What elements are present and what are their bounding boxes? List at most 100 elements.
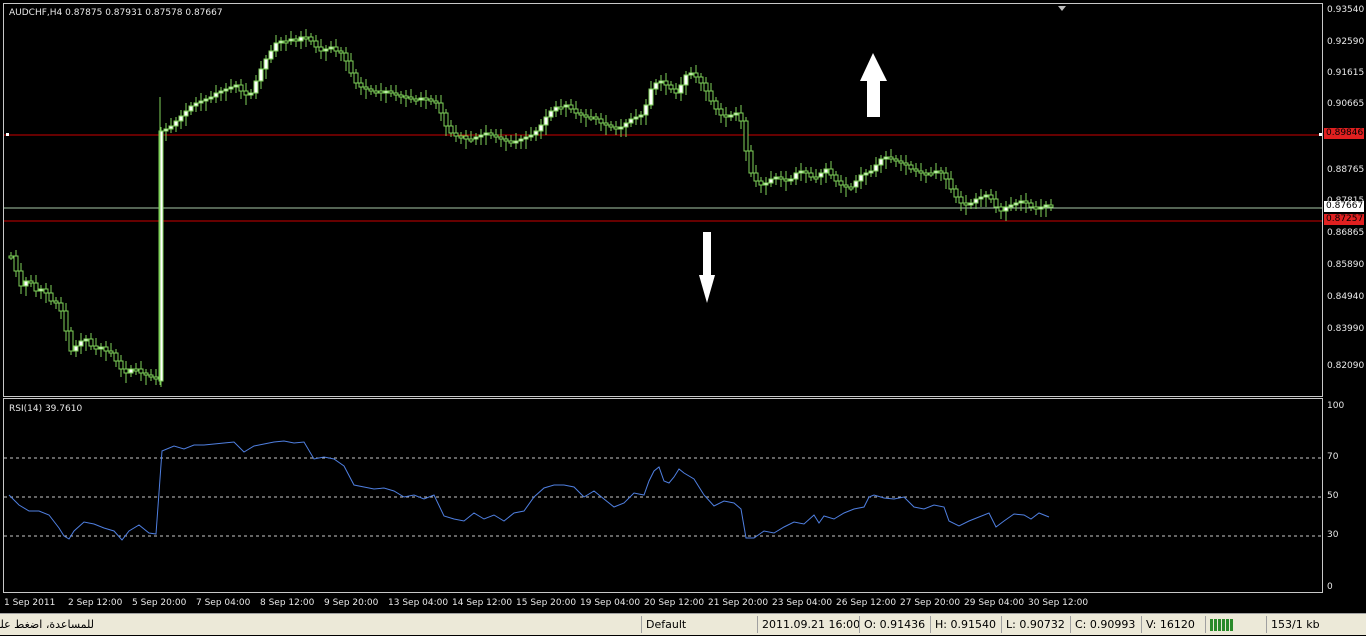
- candle-body: [328, 46, 334, 50]
- candle-body: [778, 176, 784, 180]
- candle-body: [593, 116, 599, 120]
- candle-body: [893, 158, 899, 162]
- candle-body: [538, 124, 544, 132]
- candle-body: [288, 38, 294, 42]
- rsi-tick: 30: [1327, 530, 1339, 540]
- candle-body: [933, 170, 939, 174]
- candle-body: [1013, 202, 1019, 206]
- candle-body: [1023, 200, 1029, 204]
- candle-body: [898, 160, 904, 164]
- candle-body: [508, 140, 514, 144]
- bar-high: H: 0.91540: [930, 616, 1000, 633]
- candle-body: [758, 180, 764, 186]
- candle-body: [228, 86, 234, 90]
- candle-body: [783, 178, 789, 182]
- candle-body: [738, 112, 744, 122]
- candle-body: [173, 120, 179, 127]
- candle-body: [1048, 204, 1054, 208]
- time-tick: 26 Sep 12:00: [836, 598, 897, 608]
- candle-body: [788, 178, 794, 182]
- candle-body: [773, 176, 779, 180]
- candle-body: [243, 90, 249, 96]
- candle-body: [268, 50, 274, 60]
- candle-body: [188, 105, 194, 112]
- candle-body: [468, 138, 474, 142]
- help-text: للمساعدة، اضغط على F1: [0, 618, 94, 631]
- bid-price-tag: 0.87667: [1324, 201, 1364, 212]
- candle-body: [368, 88, 374, 92]
- candle-body: [693, 72, 699, 78]
- candle-body: [148, 374, 154, 378]
- price-tick: 0.90665: [1327, 99, 1365, 109]
- candle-body: [1043, 204, 1049, 208]
- candle-body: [353, 72, 359, 84]
- candle-body: [123, 368, 129, 374]
- candle-body: [903, 162, 909, 166]
- candle-body: [848, 186, 854, 190]
- candle-body: [558, 106, 564, 110]
- candle-body: [63, 310, 69, 332]
- upper-level-tag: 0.89846: [1324, 128, 1364, 139]
- price-tick: 0.88765: [1327, 165, 1365, 175]
- line-handle: [6, 133, 9, 136]
- profile-name[interactable]: Default: [641, 616, 756, 633]
- price-tick: 0.91615: [1327, 68, 1365, 78]
- time-tick: 23 Sep 04:00: [772, 598, 833, 608]
- price-tick: 0.92590: [1327, 37, 1365, 47]
- candle-body: [948, 178, 954, 190]
- connection-icon[interactable]: [1205, 616, 1265, 633]
- time-tick: 20 Sep 12:00: [644, 598, 705, 608]
- candle-body: [338, 50, 344, 54]
- candle-body: [408, 96, 414, 100]
- candle-body: [23, 280, 29, 287]
- rsi-tick: 100: [1327, 401, 1345, 411]
- candle-body: [418, 97, 424, 101]
- price-chart-panel[interactable]: AUDCHF,H4 0.87875 0.87931 0.87578 0.8766…: [3, 3, 1323, 397]
- candle-body: [643, 104, 649, 116]
- candle-body: [48, 292, 54, 302]
- candle-body: [988, 194, 994, 200]
- candle-body: [573, 108, 579, 114]
- candle-body: [713, 100, 719, 110]
- candle-body: [153, 376, 159, 380]
- candle-body: [213, 92, 219, 98]
- bar-close: C: 0.90993: [1070, 616, 1140, 633]
- candle-body: [728, 114, 734, 118]
- candle-body: [808, 172, 814, 178]
- candle-body: [663, 80, 669, 86]
- candle-body: [383, 90, 389, 94]
- candle-body: [233, 84, 239, 88]
- candle-body: [983, 194, 989, 198]
- rsi-canvas[interactable]: [4, 399, 1322, 592]
- candle-body: [393, 92, 399, 96]
- candle-body: [88, 338, 94, 347]
- candle-body: [38, 288, 44, 292]
- candle-body: [918, 170, 924, 174]
- candle-body: [143, 372, 149, 376]
- candle-body: [883, 156, 889, 160]
- candle-body: [873, 164, 879, 172]
- candle-body: [493, 134, 499, 138]
- arrow-down-icon: [699, 232, 715, 303]
- candle-body: [668, 84, 674, 90]
- candle-body: [743, 120, 749, 152]
- candle-body: [248, 92, 254, 96]
- candle-body: [488, 132, 494, 136]
- price-tick: 0.82090: [1327, 361, 1365, 371]
- traffic-counter: 153/1 kb: [1266, 616, 1366, 633]
- price-chart-canvas[interactable]: [4, 4, 1322, 396]
- candle-body: [138, 368, 144, 374]
- candle-body: [83, 338, 89, 342]
- candle-body: [78, 340, 84, 347]
- rsi-panel[interactable]: RSI(14) 39.7610: [3, 398, 1323, 593]
- time-tick: 30 Sep 12:00: [1028, 598, 1089, 608]
- time-axis: 1 Sep 2011 2 Sep 12:00 5 Sep 20:00 7 Sep 04…: [0, 594, 1366, 612]
- candle-body: [58, 302, 64, 312]
- candle-body: [828, 168, 834, 176]
- candle-body: [628, 118, 634, 124]
- time-tick: 5 Sep 20:00: [132, 598, 187, 608]
- candle-body: [163, 128, 169, 132]
- candle-body: [698, 76, 704, 84]
- candle-body: [263, 58, 269, 70]
- rsi-tick: 0: [1327, 582, 1333, 592]
